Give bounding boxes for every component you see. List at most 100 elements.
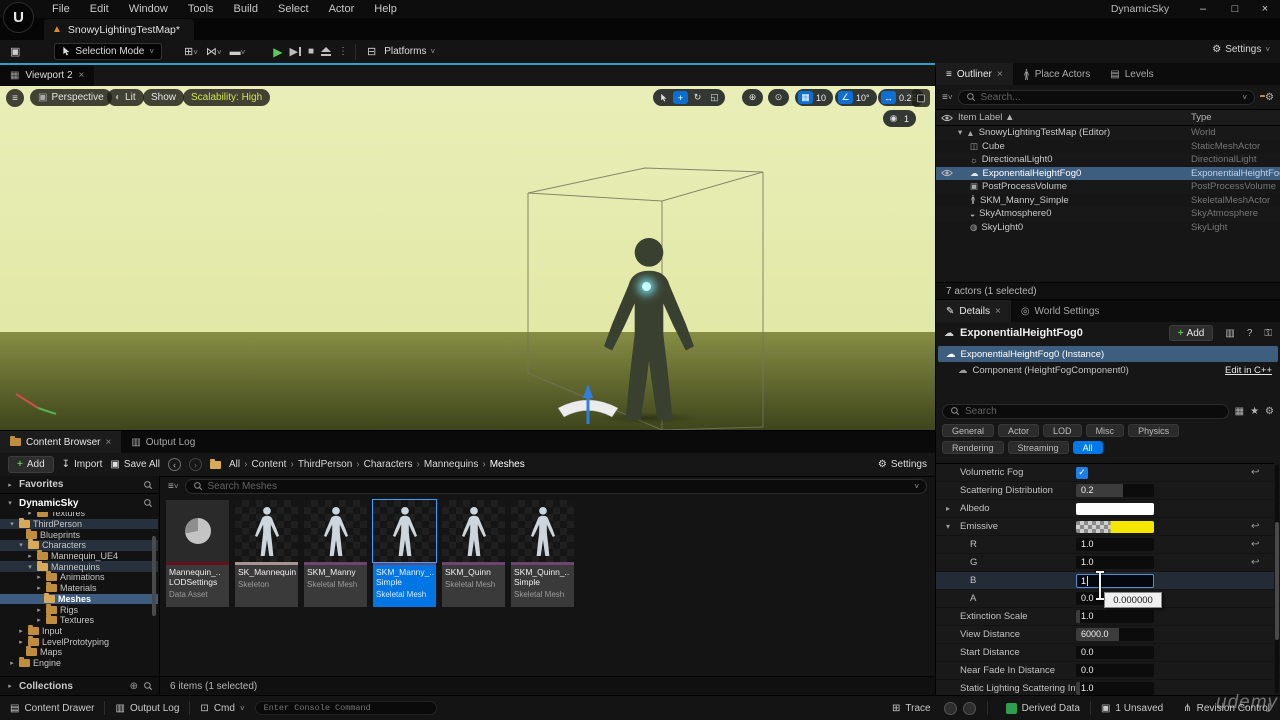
close-icon[interactable]: × — [105, 437, 111, 448]
star-icon[interactable]: ★ — [1250, 406, 1259, 417]
add-collection-icon[interactable]: ⊕ — [130, 681, 138, 692]
menu-select[interactable]: Select — [268, 1, 319, 17]
output-log-button[interactable]: ▥ Output Log — [105, 696, 189, 720]
tab-outliner[interactable]: ≡ Outliner × — [936, 63, 1013, 85]
asset-tile-lodsettings[interactable]: Mannequin_..LODSettingsData Asset — [166, 500, 229, 607]
trace-button[interactable]: ⊞ Trace — [882, 696, 941, 720]
color-swatch-albedo[interactable] — [1076, 503, 1154, 515]
camera-speed-icon[interactable]: ◉ — [886, 112, 901, 125]
grid-snap-value[interactable]: 10 — [815, 93, 830, 103]
tree-item-rigs[interactable]: ▸Rigs — [0, 604, 158, 615]
reset-icon[interactable]: ↩ — [1251, 521, 1259, 532]
number-field[interactable]: 1.0 — [1076, 556, 1154, 569]
menu-build[interactable]: Build — [224, 1, 268, 17]
tree-item-textures[interactable]: ▸Textures — [0, 615, 158, 626]
outliner-row[interactable]: ▣ PostProcessVolume PostProcessVolume — [936, 180, 1280, 194]
browse-icon[interactable]: ▥ — [1225, 328, 1234, 339]
blueprints-icon[interactable]: ⋈˅ — [206, 45, 222, 58]
rotate-tool-icon[interactable]: ↻ — [690, 91, 705, 104]
import-button[interactable]: ↧ Import — [62, 459, 103, 470]
color-swatch-emissive[interactable] — [1076, 521, 1154, 533]
filter-rendering[interactable]: Rendering — [942, 441, 1004, 454]
menu-window[interactable]: Window — [119, 1, 178, 17]
slider-field[interactable]: 0.2 — [1076, 484, 1154, 497]
outliner-search-input[interactable]: Search... ˅ — [958, 90, 1256, 105]
search-icon[interactable] — [143, 480, 153, 490]
kebab-icon[interactable]: ⋮ — [338, 46, 348, 57]
angle-snap-icon[interactable]: ∠ — [838, 91, 853, 104]
filter-physics[interactable]: Physics — [1128, 424, 1179, 437]
insights-icon[interactable] — [944, 702, 957, 715]
tree-item-thirdperson[interactable]: ▾ThirdPerson — [0, 519, 158, 530]
tab-content-browser[interactable]: Content Browser × — [0, 431, 121, 453]
cmd-dropdown[interactable]: ⊡ Cmd ˅ — [190, 696, 254, 720]
breadcrumb-thirdperson[interactable]: ThirdPerson — [298, 459, 352, 470]
scale-snap-icon[interactable]: ↔ — [881, 91, 896, 104]
breadcrumb-meshes[interactable]: Meshes — [490, 459, 525, 470]
tab-viewport[interactable]: ▦ Viewport 2 × — [0, 65, 94, 86]
number-field-editing[interactable]: 1 — [1076, 574, 1154, 588]
column-item-label[interactable]: Item Label ▲ — [958, 112, 1014, 123]
back-icon[interactable]: ‹ — [168, 458, 181, 471]
menu-file[interactable]: File — [42, 1, 80, 17]
checkbox-checked[interactable]: ✓ — [1076, 467, 1088, 479]
filter-icon[interactable]: ≡˅ — [168, 481, 179, 492]
asset-tile-skm-manny-simple-selected[interactable]: SKM_Manny_..SimpleSkeletal Mesh — [373, 500, 436, 607]
number-field[interactable]: 0.0 — [1076, 646, 1154, 659]
angle-snap-value[interactable]: 10° — [855, 93, 874, 103]
outliner-row-selected[interactable]: ☁ ExponentialHeightFog0 ExponentialHeigh… — [936, 167, 1280, 181]
tab-details[interactable]: ✎ Details × — [936, 300, 1011, 322]
tree-item-engine[interactable]: ▸Engine — [0, 658, 158, 669]
content-drawer-button[interactable]: ▤ Content Drawer — [0, 696, 104, 720]
number-field[interactable]: 0.0 — [1076, 664, 1154, 677]
help-icon[interactable]: ? — [1247, 328, 1253, 339]
tab-level[interactable]: ▲ SnowyLightingTestMap* — [44, 19, 194, 40]
camera-speed-value[interactable]: 1 — [903, 114, 913, 124]
tree-item-mannequin-ue4[interactable]: ▸Mannequin_UE4 — [0, 551, 158, 562]
property-start-distance[interactable]: Start Distance 0.0 — [936, 644, 1274, 662]
add-asset-button[interactable]: + Add — [8, 456, 54, 473]
outliner-row[interactable]: ▾▲ SnowyLightingTestMap (Editor) World — [936, 126, 1280, 140]
property-albedo[interactable]: ▸ Albedo — [936, 500, 1274, 518]
reset-icon[interactable]: ↩ — [1251, 539, 1259, 550]
property-volumetric-fog[interactable]: Volumetric Fog ✓ ↩ — [936, 464, 1274, 482]
tree-item-maps[interactable]: Maps — [0, 647, 158, 658]
caret-down-icon[interactable]: ▾ — [946, 522, 950, 531]
snap-icon[interactable]: ⊙ — [771, 91, 786, 104]
details-search-input[interactable]: Search — [942, 404, 1229, 419]
reset-icon[interactable]: ↩ — [1251, 557, 1259, 568]
add-actor-icon[interactable]: ⊞˅ — [184, 45, 198, 58]
tree-item-animations[interactable]: ▸Animations — [0, 572, 158, 583]
menu-edit[interactable]: Edit — [80, 1, 119, 17]
property-emissive-b-editing[interactable]: B 1 — [936, 572, 1274, 590]
slider-field[interactable]: 6000.0 — [1076, 628, 1154, 641]
breadcrumb-mannequins[interactable]: Mannequins — [424, 459, 478, 470]
menu-help[interactable]: Help — [364, 1, 407, 17]
filter-misc[interactable]: Misc — [1086, 424, 1125, 437]
snapshot-icon[interactable] — [963, 702, 976, 715]
tree-item-characters[interactable]: ▾Characters — [0, 540, 158, 551]
reset-icon[interactable]: ↩ — [1251, 467, 1259, 478]
tree-root-dynamicsky[interactable]: ▾ DynamicSky — [0, 494, 159, 512]
column-type[interactable]: Type — [1191, 112, 1212, 123]
play-icon[interactable]: ▶ — [273, 45, 282, 59]
outliner-row[interactable]: SKM_Manny_Simple SkeletalMeshActor — [936, 194, 1280, 208]
lit-dropdown[interactable]: ◐ Lit — [107, 89, 144, 106]
eject-icon[interactable] — [321, 47, 331, 56]
property-emissive-r[interactable]: R 1.0 ↩ — [936, 536, 1274, 554]
slider-field[interactable]: 1.0 — [1076, 682, 1154, 695]
show-dropdown[interactable]: Show — [143, 89, 184, 106]
breadcrumb-content[interactable]: Content — [251, 459, 286, 470]
tab-place-actors[interactable]: Place Actors — [1013, 63, 1101, 85]
tree-item-meshes-selected[interactable]: Meshes — [0, 594, 158, 605]
asset-tile-sk-mannequin[interactable]: SK_MannequinSkeleton — [235, 500, 298, 607]
instance-row[interactable]: ☁ ExponentialHeightFog0 (Instance) — [938, 346, 1278, 362]
asset-tile-skm-quinn-simple[interactable]: SKM_Quinn_..SimpleSkeletal Mesh — [511, 500, 574, 607]
filter-icon[interactable]: ≡˅ — [942, 92, 953, 103]
restore-button[interactable]: □ — [1222, 0, 1248, 17]
maximize-viewport-icon[interactable]: ▢ — [912, 89, 930, 107]
property-view-distance[interactable]: View Distance 6000.0 — [936, 626, 1274, 644]
collections-section[interactable]: ▸ Collections ⊕ — [0, 677, 160, 695]
filter-general[interactable]: General — [942, 424, 994, 437]
platforms-dropdown[interactable]: ⊟ Platforms ˅ — [363, 45, 435, 58]
